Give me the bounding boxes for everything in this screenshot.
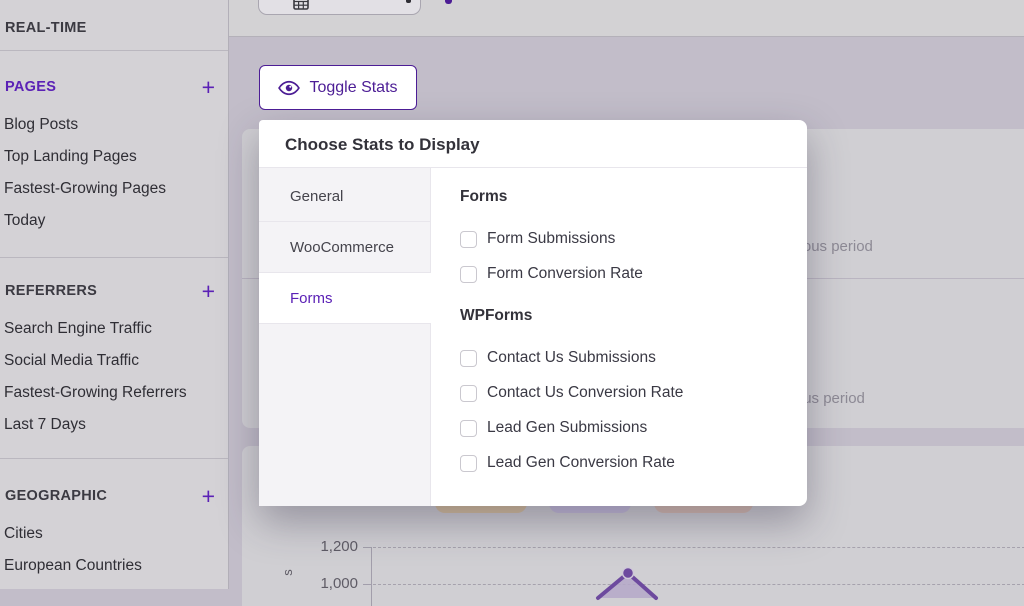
sidebar-section-realtime: REAL-TIME — [0, 0, 228, 51]
sidebar-item-real-time[interactable]: REAL-TIME — [5, 20, 87, 36]
sidebar-item-social-media-traffic[interactable]: Social Media Traffic — [0, 345, 228, 377]
sidebar-section-referrers: REFERRERS + Search Engine Traffic Social… — [0, 258, 228, 459]
option-lead-gen-submissions[interactable]: Lead Gen Submissions — [460, 419, 807, 437]
tab-woocommerce[interactable]: WooCommerce — [259, 222, 430, 273]
tab-forms[interactable]: Forms — [259, 273, 431, 324]
checkbox-contact-us-submissions[interactable] — [460, 350, 477, 367]
popover-title: Choose Stats to Display — [259, 120, 807, 168]
popover-tab-list: General WooCommerce Forms — [259, 168, 431, 506]
sidebar-heading-pages[interactable]: PAGES — [5, 79, 56, 95]
help-icon[interactable] — [445, 0, 452, 4]
sidebar-heading-referrers[interactable]: REFERRERS — [5, 283, 97, 299]
checkbox-form-submissions[interactable] — [460, 231, 477, 248]
option-label: Lead Gen Conversion Rate — [487, 454, 675, 472]
group-heading-wpforms: WPForms — [460, 307, 807, 325]
option-contact-us-conversion-rate[interactable]: Contact Us Conversion Rate — [460, 384, 807, 402]
sidebar-heading-geographic[interactable]: GEOGRAPHIC — [5, 488, 107, 504]
sidebar-item-fastest-growing-referrers[interactable]: Fastest-Growing Referrers — [0, 377, 228, 409]
sidebar-section-geographic: GEOGRAPHIC + Cities European Countries — [0, 459, 228, 592]
checkbox-lead-gen-conversion-rate[interactable] — [460, 455, 477, 472]
popover-tab-panel: Forms Form Submissions Form Conversion R… — [431, 168, 807, 506]
option-contact-us-submissions[interactable]: Contact Us Submissions — [460, 349, 807, 367]
checkbox-contact-us-conversion-rate[interactable] — [460, 385, 477, 402]
option-label: Form Submissions — [487, 230, 615, 248]
checkbox-lead-gen-submissions[interactable] — [460, 420, 477, 437]
option-label: Lead Gen Submissions — [487, 419, 647, 437]
sidebar-section-pages: PAGES + Blog Posts Top Landing Pages Fas… — [0, 51, 228, 258]
option-form-conversion-rate[interactable]: Form Conversion Rate — [460, 265, 807, 283]
toggle-stats-button[interactable]: Toggle Stats — [259, 65, 417, 110]
group-heading-forms: Forms — [460, 188, 807, 206]
option-label: Form Conversion Rate — [487, 265, 643, 283]
sidebar-item-last-7-days[interactable]: Last 7 Days — [0, 409, 228, 441]
calendar-icon — [293, 0, 309, 10]
choose-stats-popover: Choose Stats to Display General WooComme… — [259, 120, 807, 506]
add-pages-report-icon[interactable]: + — [202, 79, 215, 95]
sidebar-item-blog-posts[interactable]: Blog Posts — [0, 109, 228, 141]
add-geographic-report-icon[interactable]: + — [202, 488, 215, 504]
sidebar-item-search-engine-traffic[interactable]: Search Engine Traffic — [0, 313, 228, 345]
checkbox-form-conversion-rate[interactable] — [460, 266, 477, 283]
analytics-sidebar: REAL-TIME PAGES + Blog Posts Top Landing… — [0, 0, 229, 589]
sidebar-item-fastest-growing-pages[interactable]: Fastest-Growing Pages — [0, 173, 228, 205]
eye-icon — [278, 80, 300, 96]
tab-general[interactable]: General — [259, 171, 430, 222]
chevron-down-icon — [406, 0, 411, 3]
sidebar-item-european-countries[interactable]: European Countries — [0, 550, 228, 582]
add-referrers-report-icon[interactable]: + — [202, 283, 215, 299]
option-form-submissions[interactable]: Form Submissions — [460, 230, 807, 248]
option-label: Contact Us Submissions — [487, 349, 656, 367]
date-range-picker[interactable] — [258, 0, 421, 15]
sidebar-item-today[interactable]: Today — [0, 205, 228, 237]
option-lead-gen-conversion-rate[interactable]: Lead Gen Conversion Rate — [460, 454, 807, 472]
sidebar-item-top-landing-pages[interactable]: Top Landing Pages — [0, 141, 228, 173]
sidebar-item-cities[interactable]: Cities — [0, 518, 228, 550]
toggle-stats-label: Toggle Stats — [309, 79, 397, 97]
option-label: Contact Us Conversion Rate — [487, 384, 683, 402]
top-toolbar — [229, 0, 1024, 37]
